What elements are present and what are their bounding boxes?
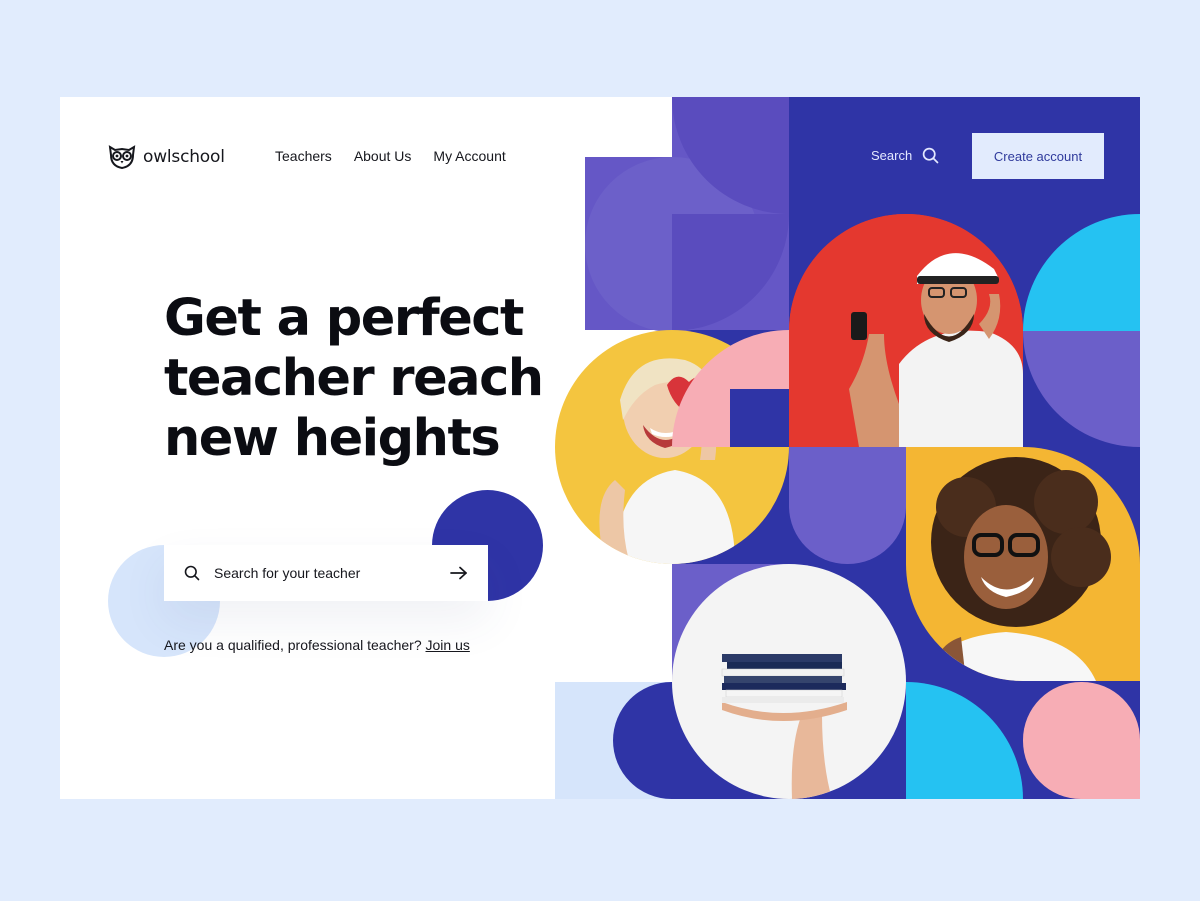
bearded-man-photo (789, 214, 1023, 447)
hero-title: Get a perfect teacher reach new heights (164, 289, 584, 469)
join-us-link[interactable]: Join us (426, 637, 470, 653)
header-search-label: Search (871, 148, 913, 163)
pink-circle-bottom (1023, 682, 1140, 799)
white-mask-left (555, 97, 672, 157)
brand-name: owlschool (143, 147, 225, 167)
brand-logo[interactable]: owlschool (107, 144, 225, 170)
search-icon (184, 565, 200, 581)
hand-holding-books-photo (672, 564, 906, 799)
owl-logo-icon (108, 145, 136, 170)
landing-page: owlschool Teachers About Us My Account G… (60, 97, 1140, 799)
nav-about-us[interactable]: About Us (354, 148, 412, 164)
teacher-signup-question: Are you a qualified, professional teache… (164, 637, 422, 653)
violet-shape-center (789, 447, 906, 564)
photo-mosaic (555, 97, 1140, 799)
create-account-button[interactable]: Create account (972, 133, 1104, 179)
navy-notch (730, 389, 789, 447)
arrow-right-icon[interactable] (450, 566, 468, 580)
search-placeholder: Search for your teacher (214, 565, 361, 581)
header-search[interactable]: Search (871, 147, 939, 164)
search-icon (922, 147, 939, 164)
main-nav: Teachers About Us My Account (275, 148, 506, 164)
hero-title-line-1: Get a perfect (164, 289, 524, 348)
nav-my-account[interactable]: My Account (433, 148, 505, 164)
teacher-search-input[interactable]: Search for your teacher (164, 545, 488, 601)
hero-title-line-2: teacher reach (164, 349, 544, 408)
nav-teachers[interactable]: Teachers (275, 148, 332, 164)
hero-title-line-3: new heights (164, 409, 501, 468)
teacher-signup-prompt: Are you a qualified, professional teache… (164, 637, 470, 653)
curly-hair-woman-photo (906, 447, 1140, 681)
